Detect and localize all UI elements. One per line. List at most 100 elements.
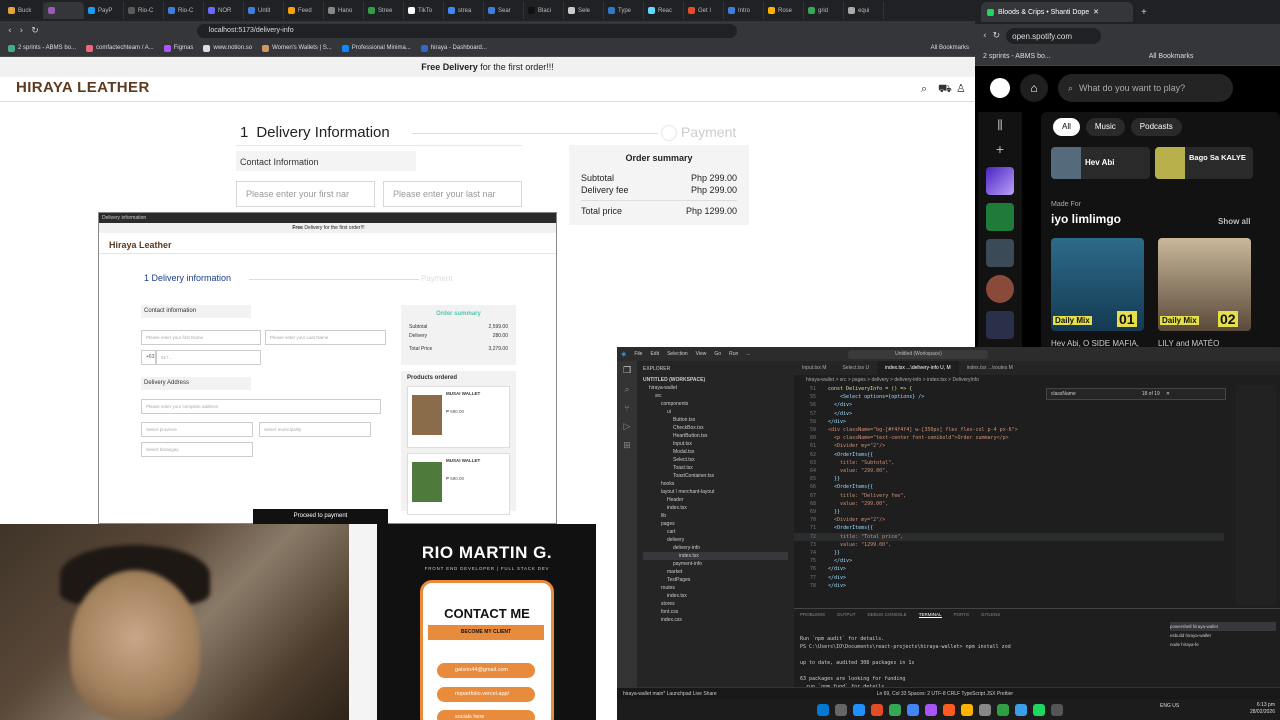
tree-item[interactable]: src: [643, 392, 788, 400]
panel-tab[interactable]: PROBLEMS: [800, 612, 825, 618]
taskbar-app-icon[interactable]: [961, 703, 973, 716]
minimap[interactable]: [1236, 385, 1276, 605]
code-line[interactable]: 78 </div>: [794, 582, 1224, 590]
url-input[interactable]: localhost:5173/delivery-info: [196, 23, 737, 38]
tree-item[interactable]: font.css: [643, 608, 788, 616]
code-line[interactable]: 61 <Divider my="2"/>: [794, 442, 1224, 450]
code-line[interactable]: 77 </div>: [794, 574, 1224, 582]
code-line[interactable]: 73 value: "1299.00",: [794, 541, 1224, 549]
language-indicator[interactable]: ENG US: [1160, 703, 1179, 709]
bookmark-item[interactable]: comfactechteam / A...: [86, 44, 154, 52]
tree-item[interactable]: Toast.tsx: [643, 464, 788, 472]
taskbar-app-icon[interactable]: [979, 703, 991, 716]
menu-view[interactable]: View: [696, 351, 707, 357]
command-center[interactable]: Untitled (Workspace): [848, 349, 989, 359]
close-icon[interactable]: ✕: [1093, 8, 1099, 16]
panel-tab[interactable]: GITLENS: [981, 612, 1000, 618]
code-line[interactable]: 75 </div>: [794, 557, 1224, 565]
source-control-icon[interactable]: ⑂: [617, 403, 637, 413]
first-name-input[interactable]: Please enter your first nar: [236, 181, 375, 207]
panel-tab[interactable]: OUTPUT: [837, 612, 856, 618]
browser-tab[interactable]: strea: [444, 2, 484, 19]
browser-tab[interactable]: Intro: [724, 2, 764, 19]
code-editor[interactable]: 51 const DeliveryInfo = () => {55 <Select…: [794, 385, 1224, 605]
all-bookmarks[interactable]: All Bookmarks: [931, 45, 969, 51]
bookmark[interactable]: 2 sprints - ABMS bo...: [983, 53, 1051, 60]
tree-item[interactable]: index.tsx: [643, 552, 788, 560]
bookmark-item[interactable]: hiraya - Dashboard...: [420, 44, 487, 52]
tree-item[interactable]: TestPages: [643, 576, 788, 584]
code-line[interactable]: 68 value: "299.00",: [794, 500, 1224, 508]
taskbar-app-icon[interactable]: [1015, 703, 1027, 716]
terminal-item[interactable]: esbuild hiraya-wallet: [1170, 631, 1276, 640]
bookmark-item[interactable]: Professional Minima...: [341, 44, 411, 52]
taskbar-app-icon[interactable]: [1033, 703, 1045, 716]
tree-item[interactable]: ToastContainer.tsx: [643, 472, 788, 480]
taskbar-app-icon[interactable]: [1051, 703, 1063, 716]
browser-tab[interactable]: Reac: [644, 2, 684, 19]
spotify-search[interactable]: ⌕ What do you want to play?: [1058, 74, 1233, 102]
browser-tab[interactable]: Type: [604, 2, 644, 19]
taskbar-app-icon[interactable]: [925, 703, 937, 716]
tab-delivery-index[interactable]: index.tsx ...\delivery-info U, M: [877, 361, 959, 375]
tree-item[interactable]: cart: [643, 528, 788, 536]
tree-item[interactable]: index.tsx: [643, 592, 788, 600]
code-line[interactable]: 74 }}: [794, 549, 1224, 557]
terminal-item[interactable]: node hiraya-fe: [1170, 640, 1276, 649]
taskbar-app-icon[interactable]: [835, 703, 847, 716]
code-line[interactable]: 57 </div>: [794, 410, 1224, 418]
code-line[interactable]: 70 <Divider my="2"/>: [794, 516, 1224, 524]
new-tab-icon[interactable]: +: [1141, 7, 1147, 18]
browser-tab[interactable]: Sear: [484, 2, 524, 19]
bookmark-item[interactable]: Figmas: [163, 44, 193, 52]
add-icon[interactable]: +: [978, 141, 1022, 157]
menu-selection[interactable]: Selection: [667, 351, 688, 357]
tree-item[interactable]: Input.tsx: [643, 440, 788, 448]
code-line[interactable]: 76 </div>: [794, 565, 1224, 573]
saved-episodes-icon[interactable]: [986, 203, 1014, 231]
menu-file[interactable]: File: [634, 351, 642, 357]
all-bookmarks[interactable]: All Bookmarks: [1149, 53, 1194, 60]
home-icon[interactable]: ⌂: [1020, 74, 1048, 102]
code-line[interactable]: 71 <OrderItems{{: [794, 524, 1224, 532]
run-debug-icon[interactable]: ▷: [617, 421, 637, 432]
browser-tab[interactable]: Rio-C: [164, 2, 204, 19]
code-line[interactable]: 59 <div className="bg-[#f4f4f4] w-[350px]…: [794, 426, 1224, 434]
taskbar-app-icon[interactable]: [871, 703, 883, 716]
browser-tab[interactable]: Untit: [244, 2, 284, 19]
playlist-cover[interactable]: [986, 239, 1014, 267]
panel-tab[interactable]: PORTS: [954, 612, 969, 618]
browser-tab[interactable]: Sele: [564, 2, 604, 19]
code-line[interactable]: 72 title: "Total price",: [794, 532, 1224, 541]
menu-more[interactable]: ...: [746, 351, 750, 357]
browser-tab[interactable]: Hano: [324, 2, 364, 19]
tree-item[interactable]: ui: [643, 408, 788, 416]
tab-routes-index[interactable]: index.tsx ...\routes M: [959, 361, 1021, 375]
code-line[interactable]: 63 title: "Subtotal",: [794, 459, 1224, 467]
spotify-tab[interactable]: Bloods & Crips • Shanti Dope ✕: [981, 2, 1133, 22]
code-line[interactable]: 66 <OrderItems{{: [794, 483, 1224, 491]
taskbar-app-icon[interactable]: [853, 703, 865, 716]
tree-item[interactable]: hooks: [643, 480, 788, 488]
tree-item[interactable]: Modal.tsx: [643, 448, 788, 456]
taskbar-app-icon[interactable]: [907, 703, 919, 716]
status-left[interactable]: hiraya-wallet main* Launchpad Live Share: [623, 691, 717, 697]
close-icon[interactable]: ✕: [1166, 391, 1170, 397]
chip-music[interactable]: Music: [1085, 118, 1125, 136]
taskbar-app-icon[interactable]: [817, 703, 829, 716]
find-widget[interactable]: className 18 of 19 ✕: [1046, 388, 1226, 400]
reload-icon[interactable]: ↻: [31, 26, 39, 36]
taskbar-app-icon[interactable]: [943, 703, 955, 716]
tree-item[interactable]: Select.tsx: [643, 456, 788, 464]
browser-tab[interactable]: Stree: [364, 2, 404, 19]
taskbar-app-icon[interactable]: [889, 703, 901, 716]
terminal-item[interactable]: powershell hiraya-wallet: [1170, 622, 1276, 631]
browser-tab[interactable]: Get I: [684, 2, 724, 19]
code-line[interactable]: 58 </div>: [794, 418, 1224, 426]
last-name-input[interactable]: Please enter your last nar: [383, 181, 522, 207]
chip-podcasts[interactable]: Podcasts: [1130, 118, 1182, 136]
browser-tab[interactable]: grid: [804, 2, 844, 19]
code-line[interactable]: 69 }}: [794, 508, 1224, 516]
taskbar-app-icon[interactable]: [997, 703, 1009, 716]
menu-run[interactable]: Run: [729, 351, 738, 357]
